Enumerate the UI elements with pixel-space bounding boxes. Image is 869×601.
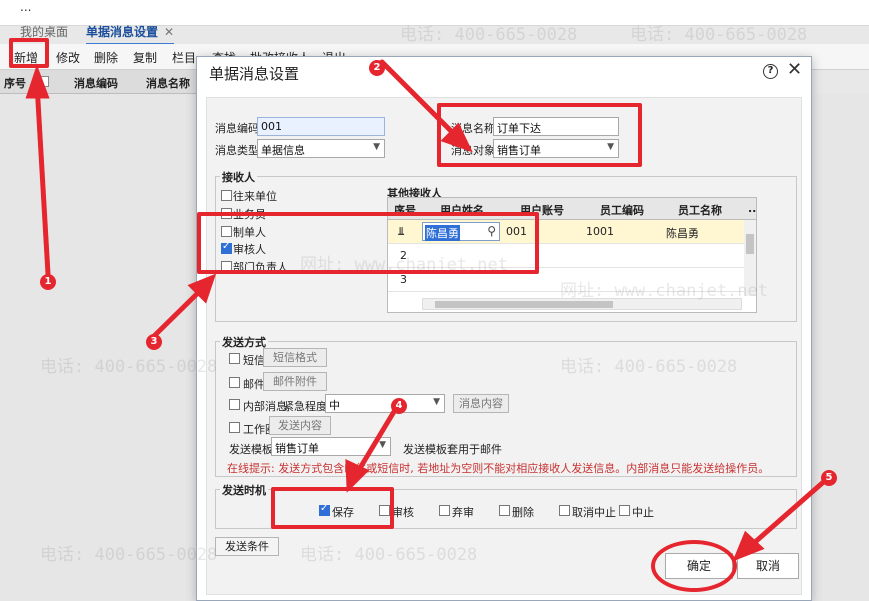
annotation-box-3 <box>197 212 539 274</box>
scroll-thumb[interactable] <box>746 234 754 254</box>
online-hint: 在线提示: 发送方式包含邮件或短信时, 若地址为空则不能对相应接收人发送信息。内… <box>227 462 770 475</box>
emp-code-value: 1001 <box>586 225 614 238</box>
timing-audit-label: 审核 <box>392 506 414 519</box>
chevron-down-icon: ▼ <box>433 397 440 407</box>
edit-button[interactable]: 修改 <box>56 49 80 66</box>
annotation-box-2 <box>437 103 642 167</box>
urgency-value: 中 <box>329 399 340 412</box>
msg-code-input[interactable]: 001 <box>257 117 385 136</box>
send-timing-title: 发送时机 <box>220 482 268 498</box>
receiver-partner-checkbox[interactable] <box>221 190 232 201</box>
watermark-phone: 电话: 400-665-0028 <box>300 545 478 565</box>
app-title: ... <box>20 0 32 14</box>
copy-button[interactable]: 复制 <box>133 49 157 66</box>
annotation-number-4: 4 <box>391 398 407 414</box>
send-conditions-button[interactable]: 发送条件 <box>215 537 279 556</box>
msg-type-value: 单据信息 <box>261 144 305 157</box>
receiver-partner-label: 往来单位 <box>233 190 277 203</box>
cancel-button[interactable]: 取消 <box>737 553 799 579</box>
close-icon[interactable]: ✕ <box>164 25 174 39</box>
timing-unaudit-checkbox[interactable] <box>439 505 450 516</box>
timing-stop-label: 中止 <box>632 506 654 519</box>
watermark-phone: 电话: 400-665-0028 <box>560 357 738 377</box>
annotation-number-1: 1 <box>40 274 56 290</box>
watermark-phone: 电话: 400-665-0028 <box>400 25 578 45</box>
send-methods-title: 发送方式 <box>220 334 268 350</box>
scroll-thumb[interactable] <box>435 301 613 308</box>
col-more: ... <box>748 202 757 215</box>
timing-delete-label: 删除 <box>512 506 534 519</box>
timing-cancel-stop-checkbox[interactable] <box>559 505 570 516</box>
mail-attachment-button[interactable]: 邮件附件 <box>263 372 327 391</box>
msg-type-select[interactable]: 单据信息 ▼ <box>257 139 385 158</box>
tab-label: 单据消息设置 <box>86 25 159 39</box>
dialog-title: 单据消息设置 <box>209 65 300 83</box>
internal-msg-checkbox[interactable] <box>229 399 240 410</box>
msg-type-label: 消息类型 <box>215 144 259 157</box>
receivers-title: 接收人 <box>220 169 257 185</box>
internal-msg-label: 内部消息 <box>243 400 287 413</box>
close-icon[interactable]: ✕ <box>787 59 802 80</box>
sms-checkbox[interactable] <box>229 353 240 364</box>
watermark-phone: 电话: 400-665-0028 <box>40 357 218 377</box>
help-icon[interactable]: ? <box>763 64 778 79</box>
emp-name-value: 陈昌勇 <box>666 227 699 240</box>
mail-label: 邮件 <box>243 378 265 391</box>
message-content-button[interactable]: 消息内容 <box>453 394 509 413</box>
annotation-number-2: 2 <box>369 60 385 76</box>
template-value: 销售订单 <box>275 442 319 455</box>
urgency-label: 紧急程度 <box>283 400 327 413</box>
timing-delete-checkbox[interactable] <box>499 505 510 516</box>
watermark-site: 网址: www.chanjet.net <box>560 281 768 301</box>
workcircle-checkbox[interactable] <box>229 422 240 433</box>
grid-header: 序号 消息编码 消息名称 <box>0 70 200 94</box>
sms-format-button[interactable]: 短信格式 <box>263 348 327 367</box>
send-content-button[interactable]: 发送内容 <box>269 416 331 435</box>
mail-checkbox[interactable] <box>229 377 240 388</box>
urgency-select[interactable]: 中 ▼ <box>325 394 445 413</box>
grid-col-name: 消息名称 <box>146 77 190 90</box>
grid-col-seq: 序号 <box>4 77 26 90</box>
annotation-box-4 <box>271 487 394 529</box>
delete-button[interactable]: 删除 <box>94 49 118 66</box>
col-emp-name: 员工名称 <box>678 204 722 217</box>
grid-select-all[interactable] <box>38 76 49 87</box>
timing-cancel-stop-label: 取消中止 <box>572 506 616 519</box>
col-emp-code: 员工编码 <box>600 204 644 217</box>
columns-button[interactable]: 栏目 <box>172 49 196 66</box>
annotation-number-5: 5 <box>821 470 837 486</box>
chevron-down-icon: ▼ <box>373 142 380 152</box>
template-note: 发送模板套用于邮件 <box>403 443 502 456</box>
tab-message-settings[interactable]: 单据消息设置 ✕ <box>86 23 175 45</box>
template-select[interactable]: 销售订单 ▼ <box>271 437 391 456</box>
sms-label: 短信 <box>243 354 265 367</box>
timing-stop-checkbox[interactable] <box>619 505 630 516</box>
annotation-box-1 <box>9 38 49 68</box>
annotation-circle-5 <box>651 540 737 592</box>
chevron-down-icon: ▼ <box>379 440 386 450</box>
msg-code-label: 消息编码 <box>215 122 259 135</box>
timing-unaudit-label: 弃审 <box>452 506 474 519</box>
grid-col-code: 消息编码 <box>74 77 118 90</box>
watermark-phone: 电话: 400-665-0028 <box>630 25 808 45</box>
watermark-phone: 电话: 400-665-0028 <box>40 545 218 565</box>
template-label: 发送模板 <box>229 443 273 456</box>
annotation-number-3: 3 <box>146 334 162 350</box>
